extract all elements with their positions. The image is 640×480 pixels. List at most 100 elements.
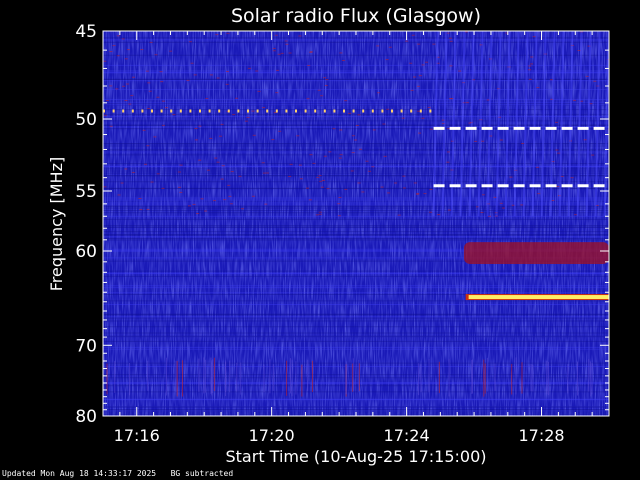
y-tick-label: 80 <box>75 407 97 427</box>
texture-speck <box>124 168 128 170</box>
texture-speck <box>153 136 157 138</box>
texture-speck <box>232 114 236 116</box>
texture-speck <box>275 92 279 94</box>
texture-speck <box>305 187 309 189</box>
texture-speck <box>178 186 182 188</box>
texture-speck <box>432 43 436 45</box>
chart-title: Solar radio Flux (Glasgow) <box>231 5 481 27</box>
texture-speck <box>555 149 559 151</box>
texture-speck <box>405 40 409 42</box>
y-tick-label: 70 <box>75 336 97 356</box>
texture-speck <box>339 129 343 131</box>
texture-speck <box>402 187 406 189</box>
updated-timestamp: Updated Mon Aug 18 14:33:17 2025 <box>2 469 157 478</box>
texture-speck <box>344 188 348 190</box>
texture-speck <box>324 84 328 86</box>
texture-speck <box>251 110 255 112</box>
texture-speck <box>306 98 310 100</box>
texture-speck <box>499 139 503 141</box>
texture-speck <box>465 102 469 104</box>
texture-speck <box>481 194 485 196</box>
texture-speck <box>355 124 359 126</box>
texture-speck <box>530 63 534 65</box>
texture-speck <box>307 64 311 66</box>
texture-speck <box>348 112 352 114</box>
texture-speck <box>164 107 168 109</box>
texture-speck <box>509 176 513 178</box>
texture-speck <box>593 80 597 82</box>
texture-speck <box>172 114 176 116</box>
texture-speck <box>332 128 336 130</box>
texture-speck <box>156 173 160 175</box>
texture-speck <box>448 37 452 39</box>
texture-speck <box>413 182 417 184</box>
texture-speck <box>227 184 231 186</box>
texture-speck <box>383 155 387 157</box>
texture-speck <box>116 55 120 57</box>
texture-speck <box>380 186 384 188</box>
texture-speck <box>591 154 595 156</box>
texture-speck <box>530 56 534 58</box>
texture-speck <box>109 85 113 87</box>
texture-speck <box>262 172 266 174</box>
texture-speck <box>192 203 196 205</box>
texture-speck <box>447 209 451 211</box>
texture-speck <box>131 171 135 173</box>
texture-speck <box>219 135 223 137</box>
texture-speck <box>105 100 109 102</box>
texture-speck <box>397 214 401 216</box>
texture-speck <box>159 71 163 73</box>
texture-speck <box>429 128 433 130</box>
texture-speck <box>126 49 130 51</box>
texture-speck <box>150 181 154 183</box>
texture-speck <box>179 164 183 166</box>
texture-speck <box>528 69 532 71</box>
texture-speck <box>570 177 574 179</box>
texture-speck <box>215 34 219 36</box>
texture-speck <box>220 123 224 125</box>
texture-speck <box>358 148 362 150</box>
plot-area <box>103 31 609 416</box>
noise-fill <box>103 31 609 416</box>
texture-speck <box>272 50 276 52</box>
texture-speck <box>312 162 316 164</box>
texture-speck <box>194 139 198 141</box>
texture-speck <box>537 193 541 195</box>
texture-speck <box>289 163 293 165</box>
texture-speck <box>130 95 134 97</box>
texture-speck <box>257 90 261 92</box>
texture-speck <box>429 188 433 190</box>
texture-speck <box>388 46 392 48</box>
texture-speck <box>425 61 429 63</box>
texture-speck <box>536 87 540 89</box>
texture-speck <box>230 171 234 173</box>
texture-speck <box>177 171 181 173</box>
texture-speck <box>309 51 313 53</box>
texture-speck <box>318 211 322 213</box>
texture-speck <box>321 179 325 181</box>
texture-speck <box>357 114 361 116</box>
texture-speck <box>361 191 365 193</box>
texture-speck <box>124 58 128 60</box>
texture-speck <box>216 161 220 163</box>
texture-speck <box>262 106 266 108</box>
texture-speck <box>160 81 164 83</box>
texture-speck <box>421 64 425 66</box>
texture-speck <box>574 214 578 216</box>
texture-speck <box>319 180 323 182</box>
texture-speck <box>145 70 149 72</box>
texture-speck <box>261 162 265 164</box>
texture-speck <box>296 135 300 137</box>
texture-speck <box>255 70 259 72</box>
texture-speck <box>416 193 420 195</box>
texture-speck <box>213 200 217 202</box>
texture-speck <box>339 52 343 54</box>
noise-texture <box>103 31 609 416</box>
texture-speck <box>169 50 173 52</box>
texture-speck <box>277 53 281 55</box>
texture-speck <box>194 127 198 129</box>
texture-speck <box>583 139 587 141</box>
texture-speck <box>198 125 202 127</box>
texture-speck <box>198 159 202 161</box>
texture-speck <box>112 45 116 47</box>
